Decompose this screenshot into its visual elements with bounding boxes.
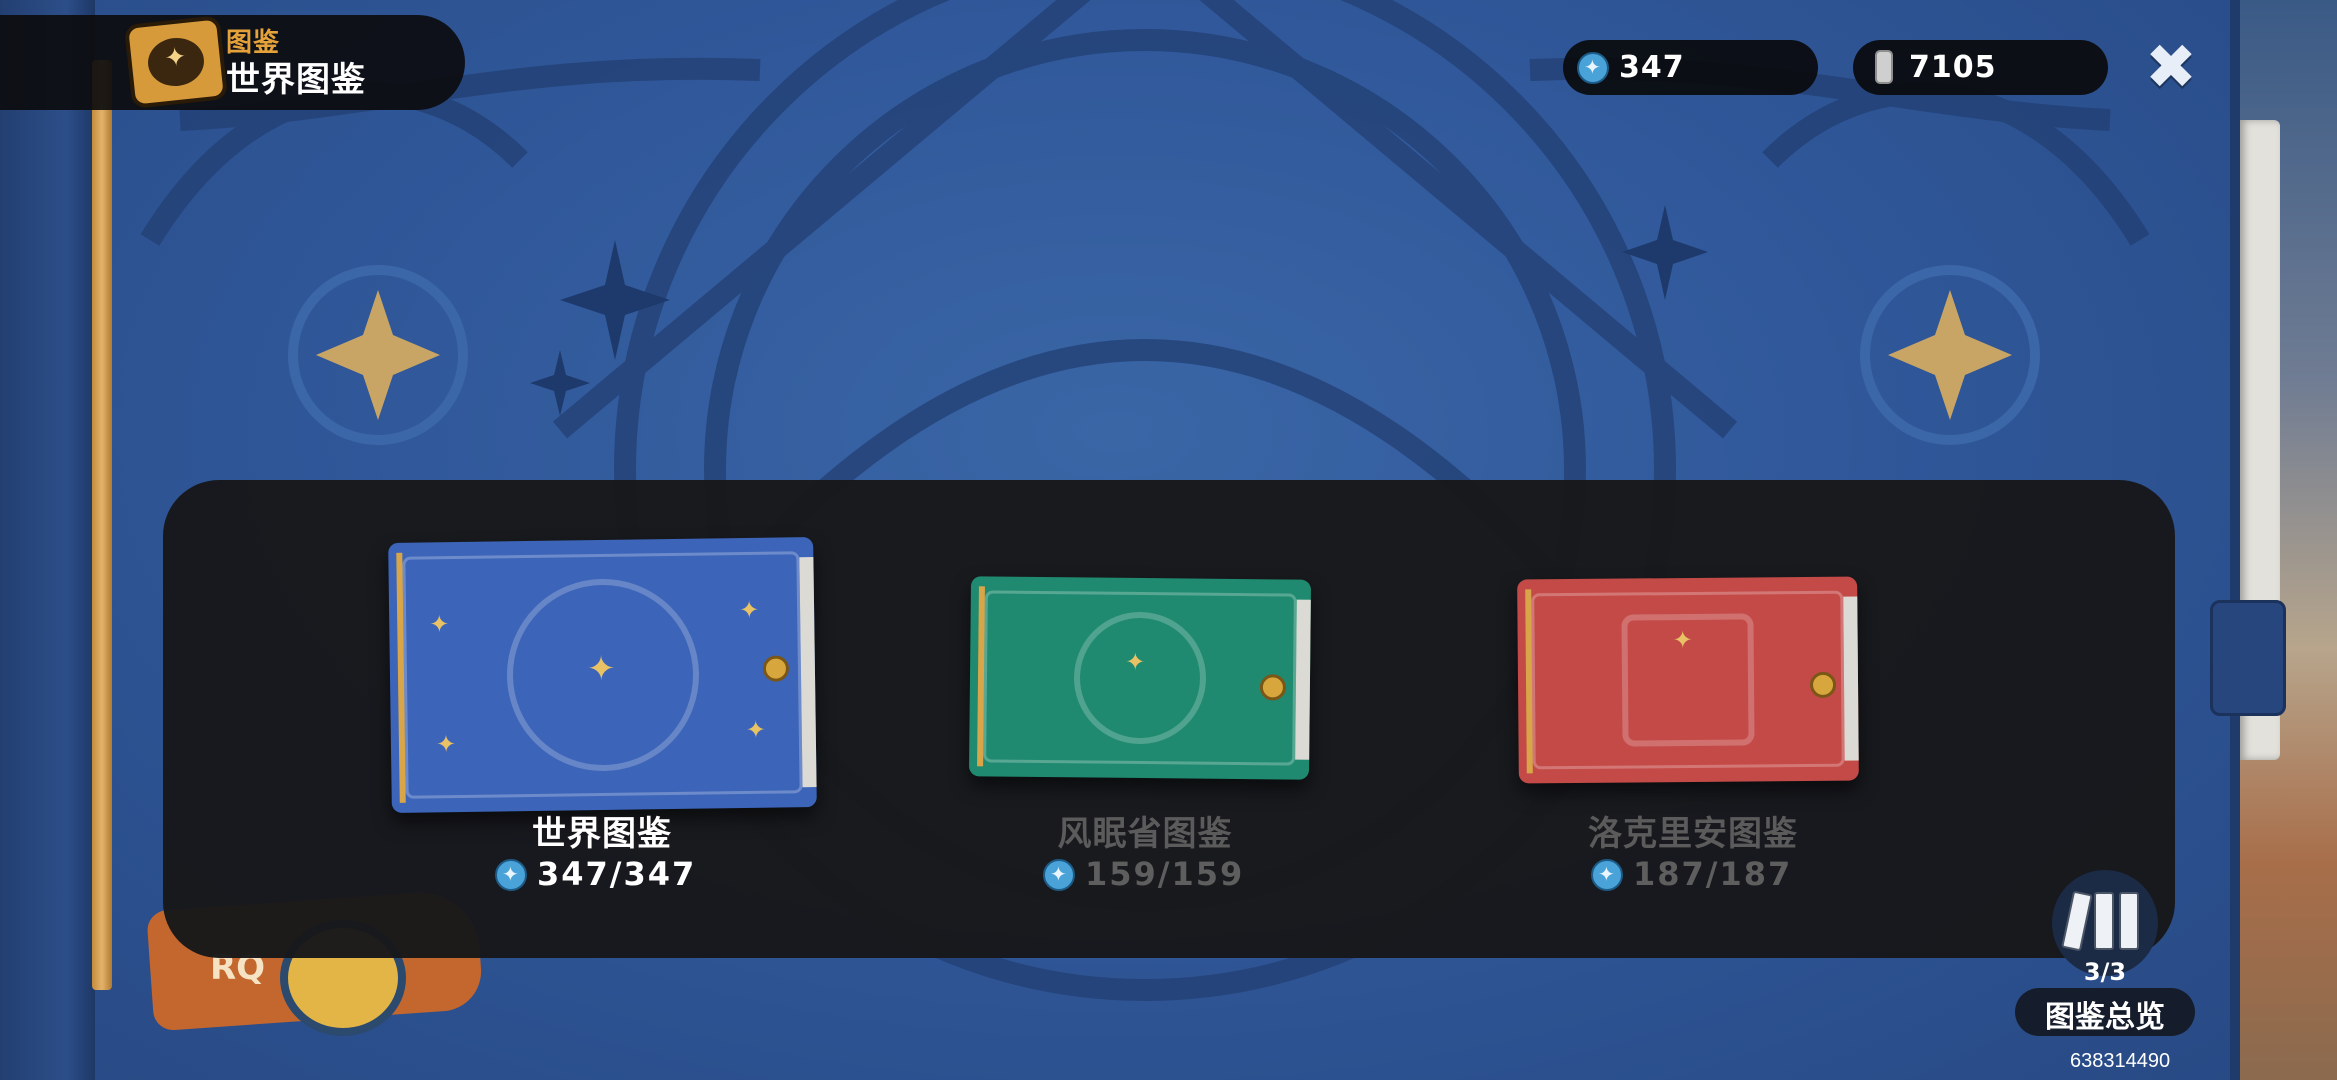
world-codex-count-text: 347/347 <box>537 855 697 893</box>
gold-star-left <box>316 290 440 420</box>
wind-emblem <box>1073 611 1207 745</box>
star-coin-icon: ✦ <box>1577 52 1609 84</box>
star-icon: ✦ <box>745 715 767 745</box>
world-codex-label: 世界图鉴 <box>532 814 672 854</box>
header-title: 世界图鉴 <box>226 60 366 100</box>
windsleep-codex-count-text: 159/159 <box>1085 855 1245 893</box>
binder-icon <box>2119 892 2139 950</box>
star-currency-value: 347 <box>1619 50 1685 85</box>
overview-count: 3/3 <box>2083 958 2127 986</box>
close-button[interactable]: ✖ <box>2140 36 2202 98</box>
center-star-icon: ✦ <box>586 648 616 690</box>
star-icon: ✦ <box>738 595 760 625</box>
windsleep-codex-book[interactable]: ✦ <box>968 576 1312 780</box>
world-codex-book[interactable]: ✦ ✦ ✦ ✦ ✦ <box>388 537 817 813</box>
spray-can-icon <box>1875 50 1893 84</box>
star-icon: ✦ <box>435 730 457 759</box>
rockrian-codex-count-text: 187/187 <box>1633 855 1793 893</box>
overview-label: 图鉴总览 <box>2045 1000 2165 1035</box>
codex-overview-button[interactable]: 3/3 图鉴总览 <box>2015 870 2195 1040</box>
book-pages <box>1843 596 1859 761</box>
book-pages <box>1295 599 1312 760</box>
book-clasp <box>1809 671 1837 698</box>
spray-currency-pill: 7105 <box>1853 40 2108 95</box>
gold-star-right <box>1888 290 2012 420</box>
spray-currency-value: 7105 <box>1909 50 1997 85</box>
binder-icon <box>2094 892 2114 950</box>
rockrian-codex-label: 洛克里安图鉴 <box>1588 814 1798 854</box>
codex-star-icon: ✦ <box>163 41 188 75</box>
star-icon: ✦ <box>1672 625 1693 655</box>
star-currency-pill: ✦ 347 <box>1563 40 1818 95</box>
windsleep-codex-label: 风眠省图鉴 <box>1057 814 1233 854</box>
codex-icon: ✦ <box>123 15 229 109</box>
player-uid: 638314490 <box>2070 1050 2171 1072</box>
star-coin-icon: ✦ <box>1591 859 1623 891</box>
book-clasp <box>1259 674 1287 701</box>
star-coin-icon: ✦ <box>1043 859 1075 891</box>
star-coin-icon: ✦ <box>495 859 527 891</box>
star-icon: ✦ <box>429 610 450 639</box>
rockrian-codex-book[interactable]: ✦ <box>1517 576 1859 784</box>
star-icon: ✦ <box>1125 647 1146 677</box>
